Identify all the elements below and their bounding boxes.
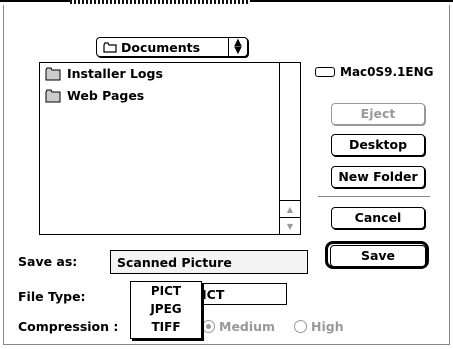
scroll-up-button[interactable]: ▲ xyxy=(280,200,300,217)
list-item[interactable]: Web Pages xyxy=(45,88,144,103)
compression-medium-label: Medium xyxy=(219,319,276,334)
new-folder-button[interactable]: New Folder xyxy=(331,166,425,188)
compression-medium-option[interactable]: Medium xyxy=(202,319,275,334)
desktop-button[interactable]: Desktop xyxy=(331,134,425,156)
compression-high-option[interactable]: High xyxy=(294,319,344,334)
menu-item-pict[interactable]: PICT xyxy=(131,284,201,298)
folder-icon xyxy=(45,89,61,102)
file-type-label: File Type: xyxy=(18,289,86,304)
updown-arrows-icon: ▲ ▼ xyxy=(234,37,242,56)
scrollbar[interactable]: ▲ ▼ xyxy=(279,62,301,235)
save-as-label: Save as: xyxy=(18,254,78,269)
radio-selected-icon xyxy=(202,320,215,333)
folder-popup[interactable]: Documents ▲ ▼ xyxy=(96,37,248,57)
scroll-down-button[interactable]: ▼ xyxy=(280,217,300,234)
list-item-label: Installer Logs xyxy=(67,66,163,81)
save-as-input[interactable]: Scanned Picture xyxy=(110,250,308,274)
file-type-popup[interactable]: ICT xyxy=(195,283,287,305)
cancel-button[interactable]: Cancel xyxy=(331,207,425,229)
folder-popup-label: Documents xyxy=(121,39,201,55)
list-item[interactable]: Installer Logs xyxy=(45,66,163,81)
file-type-menu[interactable]: PICT JPEG TIFF xyxy=(130,281,202,339)
window-edge xyxy=(70,0,250,4)
volume-indicator: Mac0S9.1ENG xyxy=(315,65,434,79)
compression-label: Compression : xyxy=(18,319,119,334)
list-item-label: Web Pages xyxy=(67,88,145,103)
save-as-value: Scanned Picture xyxy=(117,254,232,270)
file-type-value: ICT xyxy=(202,286,225,302)
save-button[interactable]: Save xyxy=(330,245,426,267)
menu-item-jpeg[interactable]: JPEG xyxy=(131,302,201,316)
disk-icon xyxy=(315,67,335,77)
volume-name: Mac0S9.1ENG xyxy=(340,65,434,79)
file-list[interactable]: Installer Logs Web Pages xyxy=(39,62,301,235)
eject-button[interactable]: Eject xyxy=(331,103,425,125)
menu-item-tiff[interactable]: TIFF xyxy=(131,320,201,334)
default-button-ring: Save xyxy=(325,241,429,269)
radio-icon xyxy=(294,320,307,333)
compression-high-label: High xyxy=(311,319,344,334)
divider xyxy=(318,196,430,197)
folder-icon xyxy=(103,41,117,53)
folder-icon xyxy=(45,67,61,80)
